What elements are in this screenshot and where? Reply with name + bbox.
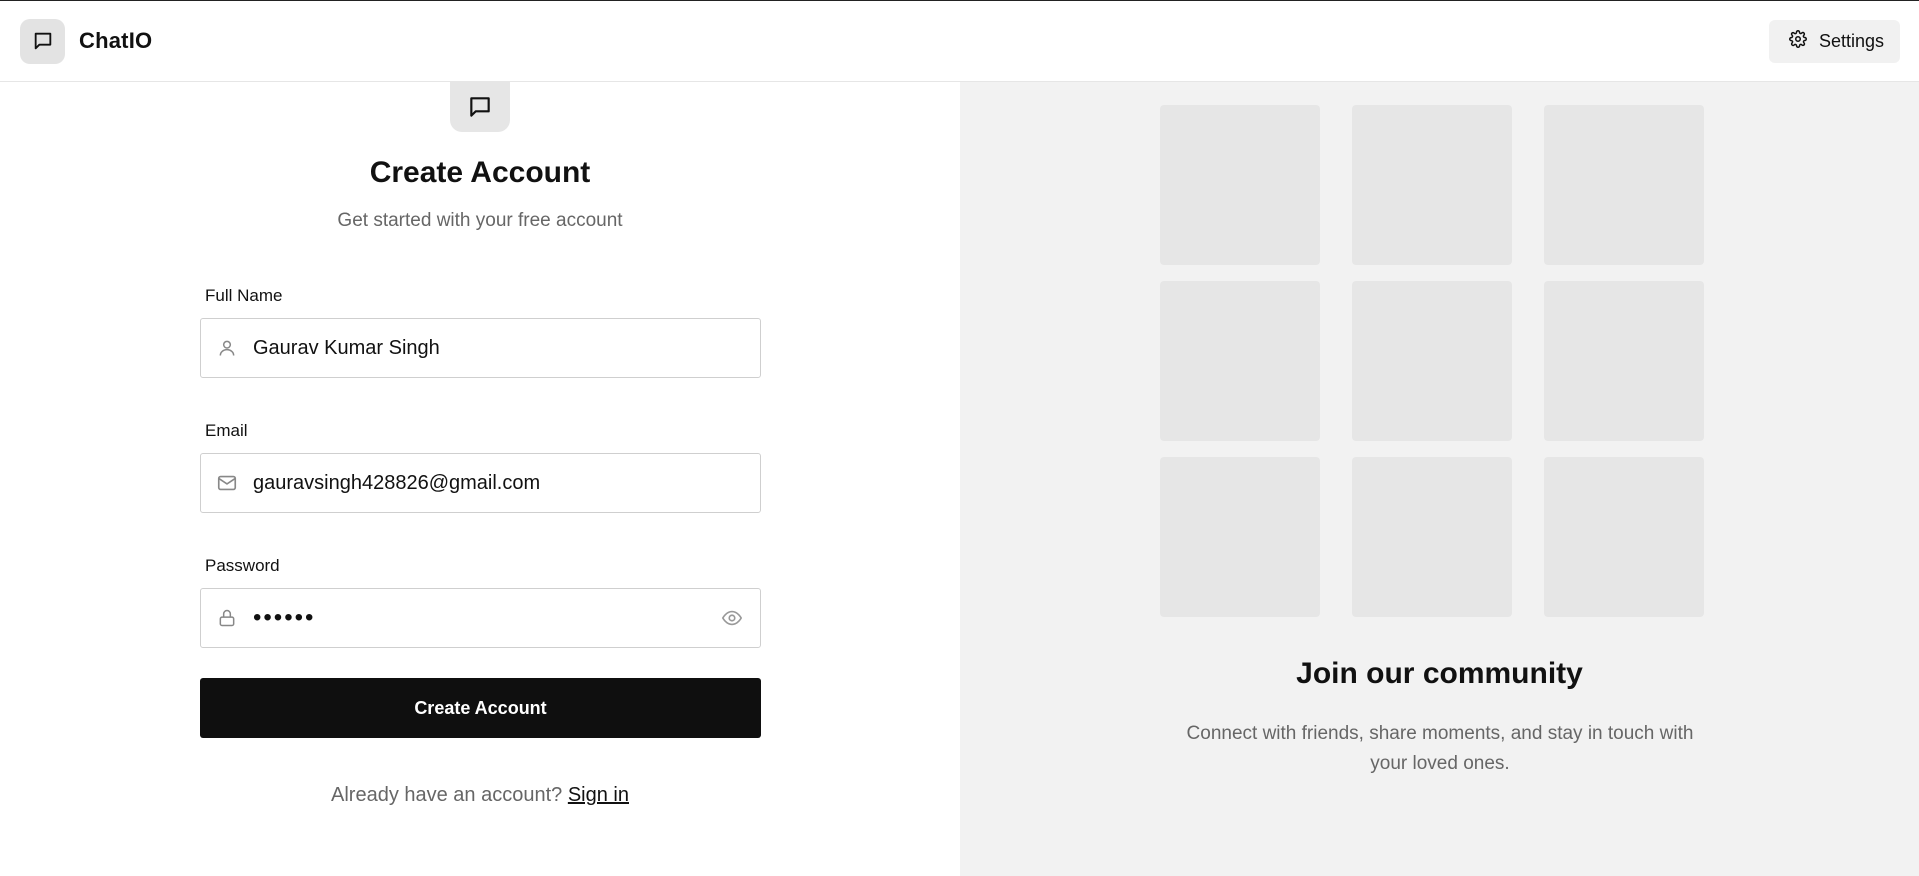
page-title: Create Account <box>369 156 591 189</box>
placeholder-tile <box>1544 281 1704 441</box>
password-label: Password <box>205 556 280 575</box>
placeholder-tile <box>1352 105 1512 265</box>
mail-icon <box>201 472 253 494</box>
page-subtitle: Get started with your free account <box>337 210 623 231</box>
placeholder-tile <box>1352 281 1512 441</box>
brand[interactable]: ChatIO <box>20 18 153 64</box>
create-account-button[interactable]: Create Account <box>200 678 761 738</box>
promo-title: Join our community <box>1296 657 1583 690</box>
promo-text: Connect with friends, share moments, and… <box>1186 723 1694 774</box>
placeholder-tile <box>1544 105 1704 265</box>
placeholder-tile <box>1160 281 1320 441</box>
email-label: Email <box>205 421 248 440</box>
placeholder-tile <box>1160 105 1320 265</box>
gear-icon <box>1789 29 1807 53</box>
top-navbar: ChatIO Settings <box>0 1 1919 82</box>
full-name-input[interactable] <box>253 319 760 377</box>
chat-bubble-icon <box>450 82 510 132</box>
settings-button[interactable]: Settings <box>1768 19 1900 63</box>
user-icon <box>201 338 253 358</box>
email-input[interactable] <box>253 454 760 512</box>
community-panel: Join our community Connect with friends,… <box>960 82 1919 876</box>
signup-panel: Create Account Get started with your fre… <box>0 82 960 876</box>
placeholder-tile <box>1544 457 1704 617</box>
signin-prompt-text: Already have an account? <box>331 784 563 806</box>
lock-icon <box>201 607 253 629</box>
password-field[interactable] <box>200 588 761 648</box>
signin-link[interactable]: Sign in <box>568 784 629 806</box>
settings-label: Settings <box>1818 30 1884 51</box>
full-name-label: Full Name <box>205 286 283 305</box>
eye-icon[interactable] <box>704 607 760 629</box>
placeholder-tile <box>1160 457 1320 617</box>
placeholder-tile <box>1352 457 1512 617</box>
password-input[interactable] <box>253 589 704 647</box>
full-name-field[interactable] <box>200 318 761 378</box>
email-field[interactable] <box>200 453 761 513</box>
image-placeholder-grid <box>1160 105 1704 617</box>
chat-bubble-icon <box>20 18 65 64</box>
signin-prompt: Already have an account? Sign in <box>0 784 960 807</box>
app-name: ChatIO <box>79 28 153 53</box>
